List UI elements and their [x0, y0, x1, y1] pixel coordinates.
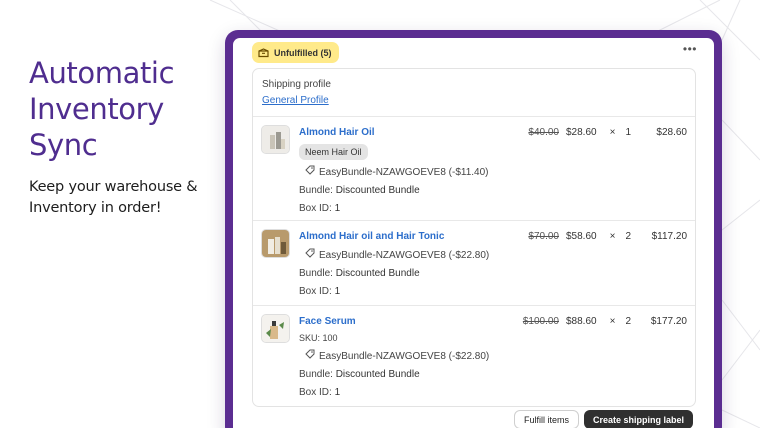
- general-profile-link[interactable]: General Profile: [262, 95, 329, 106]
- item-pricing: $70.00 $58.60 × 2 $117.20: [528, 230, 687, 243]
- bundle-label: Bundle:: [299, 369, 333, 380]
- unfulfilled-badge: Unfulfilled (5): [252, 42, 339, 63]
- product-image: [261, 314, 290, 343]
- discount-line: EasyBundle-NZAWGOEVE8 (-$11.40): [299, 165, 489, 179]
- unfulfilled-badge-label: Unfulfilled (5): [274, 47, 332, 58]
- shipping-profile-label: Shipping profile: [262, 79, 331, 90]
- product-image: [261, 229, 290, 258]
- line-item: Almond Hair oil and Hair Tonic EasyBundl…: [253, 221, 695, 306]
- product-name-link[interactable]: Face Serum: [299, 315, 489, 328]
- bundle-value: Discounted Bundle: [335, 185, 420, 196]
- bundle-info: Bundle: Discounted Bundle: [299, 267, 489, 280]
- discount-line: EasyBundle-NZAWGOEVE8 (-$22.80): [299, 248, 489, 262]
- box-label: Box ID:: [299, 286, 332, 297]
- original-price: $70.00: [528, 231, 559, 242]
- line-total: $28.60: [656, 127, 687, 138]
- line-total: $117.20: [651, 231, 687, 242]
- shipping-profile: Shipping profile General Profile: [253, 69, 695, 117]
- discounted-price: $58.60: [566, 231, 597, 242]
- box-info: Box ID: 1: [299, 202, 489, 215]
- hero-section: Automatic Inventory Sync Keep your wareh…: [29, 55, 219, 219]
- discount-code: EasyBundle-NZAWGOEVE8 (-$22.80): [319, 350, 490, 362]
- item-pricing: $40.00 $28.60 × 1 $28.60: [528, 126, 687, 139]
- line-total: $177.20: [650, 316, 687, 327]
- fulfill-items-button[interactable]: Fulfill items: [513, 410, 579, 428]
- box-label: Box ID:: [299, 203, 332, 214]
- product-name-link[interactable]: Almond Hair Oil: [299, 126, 489, 139]
- discounted-price: $88.60: [566, 316, 597, 327]
- item-pricing: $100.00 $88.60 × 2 $177.20: [523, 315, 687, 328]
- original-price: $100.00: [522, 316, 559, 327]
- bundle-value: Discounted Bundle: [335, 369, 420, 380]
- bundle-info: Bundle: Discounted Bundle: [299, 368, 489, 381]
- product-name-link[interactable]: Almond Hair oil and Hair Tonic: [299, 230, 489, 243]
- hero-title: Automatic Inventory Sync: [29, 56, 175, 162]
- box-label: Box ID:: [299, 387, 332, 398]
- box-value: 1: [334, 387, 341, 398]
- multiply-sign: ×: [609, 127, 616, 138]
- discount-code: EasyBundle-NZAWGOEVE8 (-$22.80): [319, 249, 490, 261]
- create-shipping-label-button[interactable]: Create shipping label: [583, 410, 693, 428]
- box-info: Box ID: 1: [299, 285, 489, 298]
- package-icon: [258, 47, 269, 58]
- original-price: $40.00: [528, 127, 559, 138]
- bundle-info: Bundle: Discounted Bundle: [299, 184, 489, 197]
- bundle-label: Bundle:: [299, 268, 333, 279]
- hero-subtitle: Keep your warehouse & Inventory in order…: [29, 179, 198, 216]
- multiply-sign: ×: [609, 231, 616, 242]
- variant-tag: Neem Hair Oil: [299, 144, 368, 160]
- box-value: 1: [334, 286, 341, 297]
- bundle-value: Discounted Bundle: [335, 268, 420, 279]
- more-actions-icon[interactable]: •••: [683, 42, 697, 56]
- line-item: Face Serum SKU: 100 EasyBundle-NZAWGOEVE…: [253, 306, 695, 406]
- multiply-sign: ×: [609, 316, 616, 327]
- box-info: Box ID: 1: [299, 386, 489, 399]
- fulfillment-card: Shipping profile General Profile Almond …: [252, 68, 696, 407]
- discounted-price: $28.60: [566, 127, 597, 138]
- device-frame: Unfulfilled (5) ••• Shipping profile Gen…: [225, 30, 722, 428]
- tag-icon: [305, 349, 315, 363]
- line-item: Almond Hair Oil Neem Hair Oil EasyBundle…: [253, 117, 695, 221]
- tag-icon: [305, 165, 315, 179]
- product-image: [261, 125, 290, 154]
- discount-line: EasyBundle-NZAWGOEVE8 (-$22.80): [299, 349, 489, 363]
- box-value: 1: [334, 203, 341, 214]
- discount-code: EasyBundle-NZAWGOEVE8 (-$11.40): [319, 166, 489, 178]
- bundle-label: Bundle:: [299, 185, 333, 196]
- fulfillment-actions: Fulfill items Create shipping label: [513, 410, 693, 428]
- order-screen: Unfulfilled (5) ••• Shipping profile Gen…: [233, 38, 714, 428]
- tag-icon: [305, 248, 315, 262]
- sku-label: SKU: 100: [299, 333, 338, 343]
